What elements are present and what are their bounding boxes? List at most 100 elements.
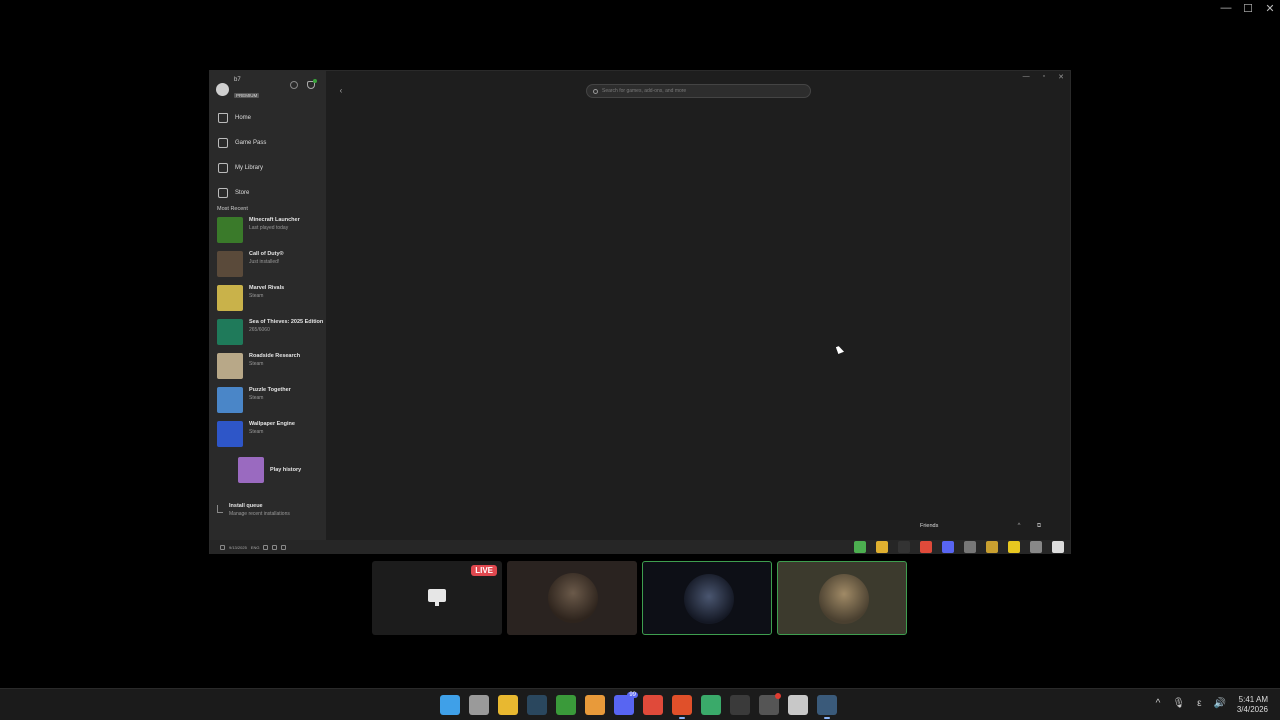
xbox-minimize-button[interactable]: — <box>1023 73 1030 81</box>
achievements-icon[interactable] <box>290 81 298 89</box>
xbox-app-icon[interactable] <box>556 695 576 715</box>
back-button[interactable]: ‹ <box>336 86 346 96</box>
xbox-close-button[interactable]: ✕ <box>1058 73 1064 81</box>
inner-speaker-icon[interactable] <box>281 544 287 550</box>
steam-app-icon[interactable] <box>527 695 547 715</box>
recent-game-item[interactable]: Minecraft Launcher Last played today <box>217 217 325 251</box>
outer-minimize-button[interactable]: — <box>1220 2 1232 15</box>
inner-tray-icon[interactable] <box>220 544 225 550</box>
start-button-icon[interactable] <box>440 695 460 715</box>
sidebar-nav: Home Game Pass My Library Store <box>218 105 322 205</box>
participant-tile-speaking[interactable] <box>642 561 772 635</box>
friends-panel[interactable]: Friends ^ ⧉ <box>914 517 1054 535</box>
play-history-label: Play history <box>270 466 302 473</box>
start-app-icon[interactable] <box>1052 541 1064 553</box>
inner-lang[interactable]: ENG <box>251 545 260 550</box>
steam-helper-app-icon[interactable] <box>817 695 837 719</box>
discord-app-icon[interactable] <box>942 541 954 553</box>
epic-app-icon[interactable] <box>730 695 750 715</box>
recent-game-item[interactable]: Wallpaper Engine Steam <box>217 421 325 455</box>
sidebar-item-my-library[interactable]: My Library <box>218 155 322 180</box>
inner-app-list <box>854 541 1064 553</box>
profile[interactable]: b7 PREMIUM <box>216 77 260 102</box>
xbox-app-window: b7 PREMIUM Home Game Pass My Library Store … <box>209 70 1071 554</box>
xbox-app-icon[interactable] <box>854 541 866 553</box>
username: b7 <box>234 77 241 83</box>
game-title: Sea of Thieves: 2025 Edition <box>249 319 324 325</box>
search-input[interactable] <box>602 88 802 94</box>
tray-chevron-icon[interactable]: ^ <box>1156 698 1161 709</box>
recent-game-item[interactable]: Call of Duty® Just installed! <box>217 251 325 285</box>
xbox-main-content: ‹ — ▫ ✕ <box>326 71 1070 541</box>
xbox-maximize-button[interactable]: ▫ <box>1043 73 1045 81</box>
sticky-app-icon[interactable] <box>1008 541 1020 553</box>
install-queue-icon <box>217 505 223 513</box>
play-history-item[interactable]: Play history <box>217 457 325 483</box>
outer-window-controls: — ☐ ✕ <box>1220 2 1276 15</box>
outer-maximize-button[interactable]: ☐ <box>1242 2 1254 15</box>
outer-close-button[interactable]: ✕ <box>1264 2 1276 15</box>
call-participant-tiles: LIVE <box>372 561 907 635</box>
clock-time: 5:41 AM <box>1238 695 1268 704</box>
inner-taskbar: 9/13/2025 ENG <box>210 540 1070 554</box>
search-app-icon[interactable] <box>1030 541 1042 553</box>
game-subtitle: Last played today <box>249 225 289 231</box>
tray-speaker-icon[interactable]: 🔊 <box>1214 698 1226 709</box>
participant-avatar <box>548 573 598 623</box>
folder-app-icon[interactable] <box>876 541 888 553</box>
brave-app-icon[interactable] <box>672 695 692 719</box>
inner-network-icon[interactable] <box>263 544 269 550</box>
friends-label: Friends <box>920 523 939 529</box>
game-pass-icon <box>218 137 228 148</box>
notifications-bell-icon[interactable] <box>307 79 317 89</box>
play-history-thumbnail <box>238 457 264 483</box>
library-icon <box>218 162 228 173</box>
recent-games-list: Minecraft Launcher Last played today Call … <box>217 217 325 483</box>
taskbar-clock[interactable]: 5:41 AM 3/4/2026 <box>1237 695 1268 715</box>
file-explorer-app-icon[interactable] <box>498 695 518 715</box>
recent-game-item[interactable]: Roadside Research Steam <box>217 353 325 387</box>
system-tray: ^ 🎙 ε 🔊 <box>1156 698 1226 709</box>
github-app-icon[interactable] <box>759 693 781 715</box>
recent-game-item[interactable]: Marvel Rivals Steam <box>217 285 325 319</box>
recent-game-item[interactable]: Sea of Thieves: 2025 Edition 265/6060 <box>217 319 325 353</box>
game-title: Minecraft Launcher <box>249 217 300 223</box>
participant-tile[interactable] <box>507 561 637 635</box>
affinity-app-icon[interactable] <box>585 695 605 715</box>
chrome-app-icon[interactable] <box>643 695 663 715</box>
notepad-app-icon[interactable] <box>788 695 808 715</box>
sidebar-item-store[interactable]: Store <box>218 180 322 205</box>
files-app-icon[interactable] <box>986 541 998 553</box>
game-subtitle: Steam <box>249 395 264 401</box>
tray-mic-icon[interactable]: 🎙 <box>1172 698 1185 709</box>
screen-share-tile[interactable]: LIVE <box>372 561 502 635</box>
game-title: Wallpaper Engine <box>249 421 295 427</box>
participant-tile-speaking[interactable] <box>777 561 907 635</box>
xbox-sidebar: b7 PREMIUM Home Game Pass My Library Store … <box>210 71 326 541</box>
avatar[interactable] <box>216 83 229 96</box>
inner-mic-icon[interactable] <box>272 544 278 550</box>
chrome-app-icon[interactable] <box>920 541 932 553</box>
most-recent-heading: Most Recent <box>217 206 248 212</box>
game-thumbnail <box>217 421 243 447</box>
recent-game-item[interactable]: Puzzle Together Steam <box>217 387 325 421</box>
game-title: Call of Duty® <box>249 251 284 257</box>
game-subtitle: Steam <box>249 429 264 435</box>
epic-app-icon[interactable] <box>898 541 910 553</box>
game-thumbnail <box>217 353 243 379</box>
settings-app-icon[interactable] <box>469 695 489 715</box>
discord-app-icon[interactable]: 99 <box>614 692 638 715</box>
sidebar-item-game-pass[interactable]: Game Pass <box>218 130 322 155</box>
tray-lang-icon[interactable]: ε <box>1197 698 1201 709</box>
friends-collapse-icon[interactable]: ^ <box>1014 523 1024 529</box>
sidebar-item-home[interactable]: Home <box>218 105 322 130</box>
friends-popout-icon[interactable]: ⧉ <box>1034 523 1044 530</box>
search-bar[interactable] <box>586 84 811 98</box>
install-queue[interactable]: Install queue Manage recent installation… <box>217 503 290 518</box>
windows-taskbar: 99 ^ 🎙 ε 🔊 5:41 AM 3/4/2026 <box>0 688 1280 720</box>
sidebar-item-label: Store <box>235 189 250 196</box>
android-app-icon[interactable] <box>701 695 721 715</box>
search-icon <box>593 88 598 94</box>
notepad-app-icon[interactable] <box>964 541 976 553</box>
premium-badge: PREMIUM <box>234 93 260 98</box>
